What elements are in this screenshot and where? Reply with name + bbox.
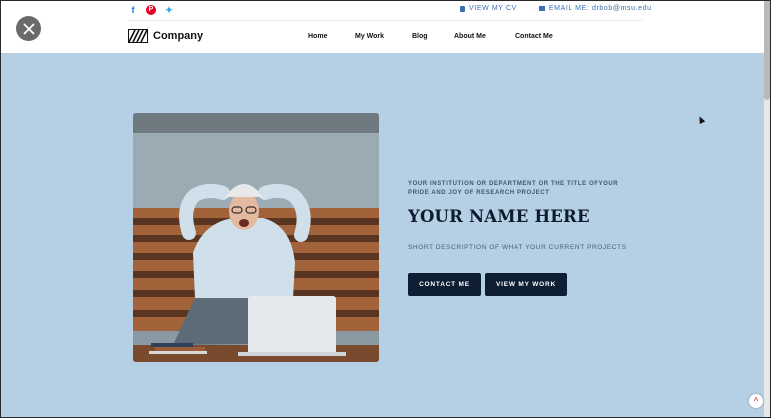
brand-logo[interactable]: Company (128, 29, 203, 43)
scrollbar-thumb[interactable] (764, 0, 770, 100)
hero-section: YOUR INSTITUTION OR DEPARTMENT OR THE TI… (0, 53, 771, 418)
hero-photo (133, 113, 379, 362)
top-bar: f P ✦ VIEW MY CV EMAIL ME: drbob@msu.edu (0, 0, 771, 20)
nav-item-contact-me[interactable]: Contact Me (515, 33, 553, 40)
close-icon (23, 23, 34, 34)
pinterest-icon[interactable]: P (146, 5, 156, 15)
view-cv-label: VIEW MY CV (469, 5, 517, 12)
nav-item-home[interactable]: Home (308, 33, 327, 40)
facebook-icon[interactable]: f (128, 5, 138, 15)
top-links: VIEW MY CV EMAIL ME: drbob@msu.edu (460, 5, 652, 12)
close-button[interactable] (16, 16, 41, 41)
document-icon (460, 5, 465, 12)
email-link[interactable]: EMAIL ME: drbob@msu.edu (538, 5, 652, 12)
chat-widget-button[interactable]: ^ (749, 394, 763, 408)
hero-description: SHORT DESCRIPTION OF WHAT YOUR CURRENT P… (408, 244, 627, 251)
hero-title: YOUR NAME HERE (408, 207, 590, 226)
social-links: f P ✦ (128, 5, 174, 15)
view-my-work-button[interactable]: VIEW MY WORK (485, 273, 567, 296)
logo-mark-icon (128, 29, 148, 43)
contact-me-button[interactable]: CONTACT ME (408, 273, 481, 296)
twitter-icon[interactable]: ✦ (164, 5, 174, 15)
envelope-icon (538, 6, 545, 11)
nav-item-my-work[interactable]: My Work (355, 33, 384, 40)
view-cv-link[interactable]: VIEW MY CV (460, 5, 517, 12)
nav-item-blog[interactable]: Blog (412, 33, 428, 40)
nav-item-about-me[interactable]: About Me (454, 33, 486, 40)
brand-name: Company (153, 30, 204, 42)
email-label: EMAIL ME: drbob@msu.edu (548, 5, 652, 12)
main-nav: Company Home My Work Blog About Me Conta… (0, 21, 771, 53)
chat-widget-icon: ^ (753, 396, 759, 405)
hero-eyebrow: YOUR INSTITUTION OR DEPARTMENT OR THE TI… (408, 181, 619, 196)
